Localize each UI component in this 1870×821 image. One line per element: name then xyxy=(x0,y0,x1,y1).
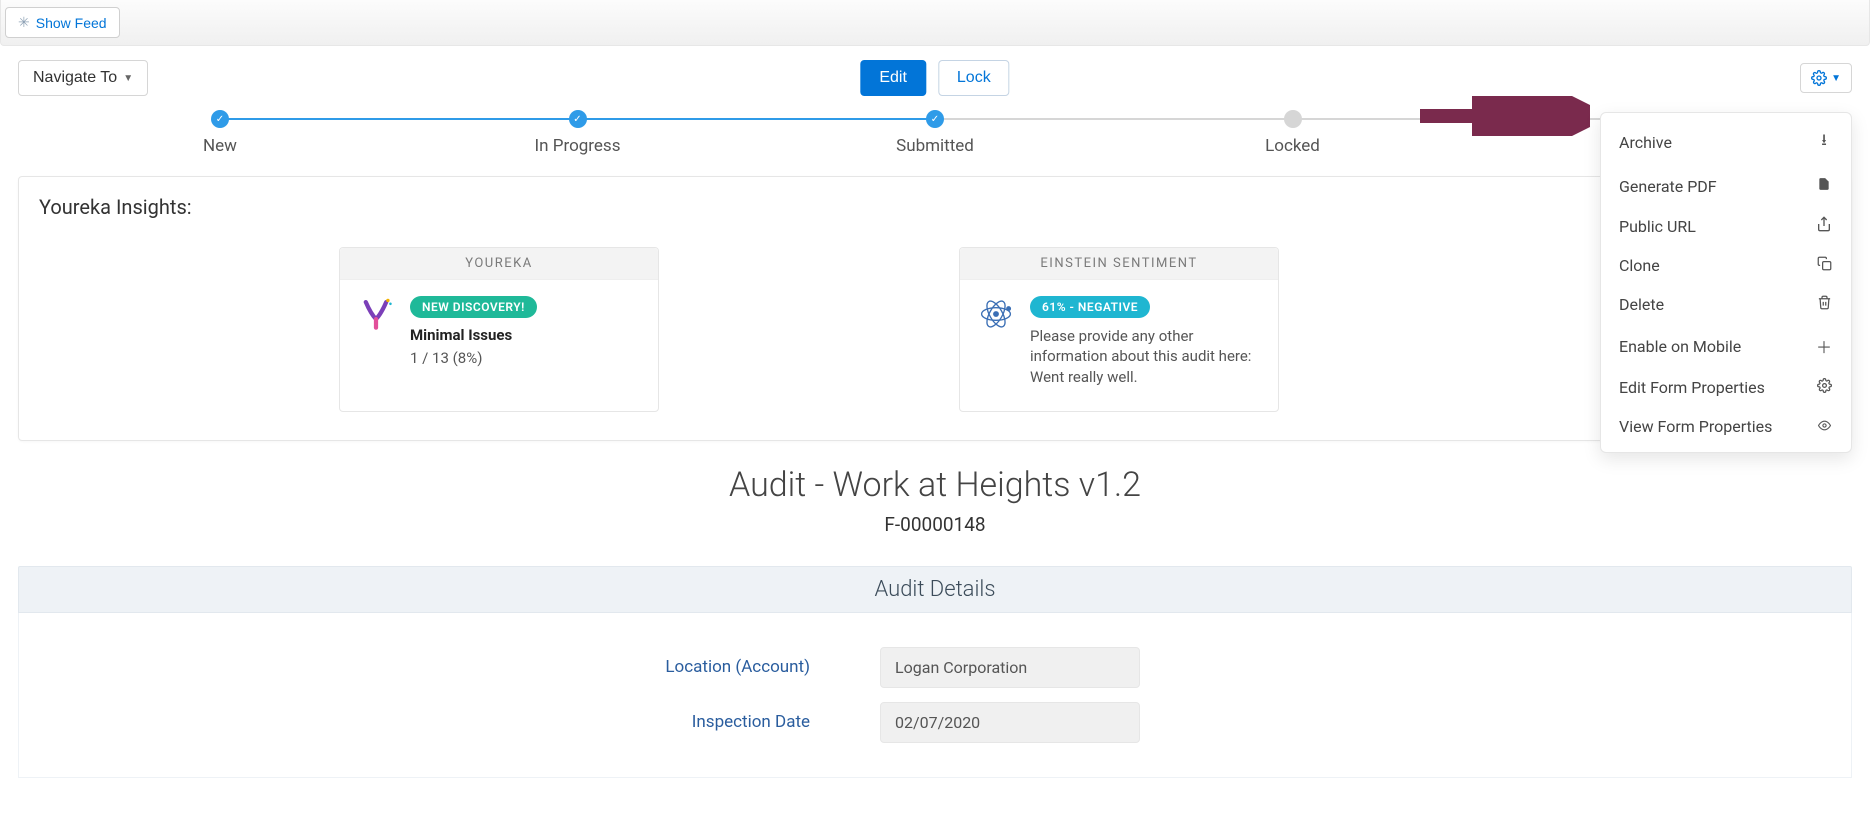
field-value-location[interactable]: Logan Corporation xyxy=(880,647,1140,688)
stage-label-new: New xyxy=(203,136,237,156)
menu-item-view-form-properties[interactable]: View Form Properties xyxy=(1601,407,1851,446)
field-value-inspection-date[interactable]: 02/07/2020 xyxy=(880,702,1140,743)
show-feed-button[interactable]: ✳ Show Feed xyxy=(5,7,120,38)
stage-label-locked: Locked xyxy=(1265,136,1320,156)
field-row-inspection-date: Inspection Date 02/07/2020 xyxy=(19,702,1851,743)
field-row-location: Location (Account) Logan Corporation xyxy=(19,647,1851,688)
download-icon: ⭳ xyxy=(1815,129,1833,156)
action-row: Navigate To ▼ Edit Lock ▼ Archive ⭳ Gene… xyxy=(0,46,1870,110)
lock-button[interactable]: Lock xyxy=(938,60,1010,96)
caret-down-icon: ▼ xyxy=(1831,73,1841,84)
gear-icon xyxy=(1811,70,1827,86)
center-buttons: Edit Lock xyxy=(860,60,1009,96)
page-title-block: Audit - Work at Heights v1.2 F-00000148 xyxy=(0,465,1870,536)
stage-dot-locked xyxy=(1284,110,1302,128)
insight-box-einstein: EINSTEIN SENTIMENT 61% - NEGATIVE Please… xyxy=(959,247,1279,412)
field-label: Location (Account) xyxy=(19,657,880,677)
edit-button[interactable]: Edit xyxy=(860,60,926,96)
menu-item-edit-form-properties[interactable]: Edit Form Properties xyxy=(1601,368,1851,407)
insight-box-youreka: YOUREKA NEW DISCOVERY! Minimal Issues 1 … xyxy=(339,247,659,412)
insights-card: Youreka Insights: YOUREKA NEW DISCOVERY!… xyxy=(18,176,1852,441)
menu-item-enable-mobile[interactable]: Enable on Mobile ＋ xyxy=(1601,324,1851,368)
stage-label-submitted: Submitted xyxy=(896,136,974,156)
annotation-arrow xyxy=(1420,96,1590,140)
navigate-to-label: Navigate To xyxy=(33,69,117,87)
section-header-audit-details: Audit Details xyxy=(18,566,1852,613)
top-toolbar: ✳ Show Feed xyxy=(0,0,1870,46)
stage-dot-in-progress: ✓ xyxy=(569,110,587,128)
menu-label: View Form Properties xyxy=(1619,417,1772,436)
menu-label: Clone xyxy=(1619,256,1660,275)
insight-line2: 1 / 13 (8%) xyxy=(410,349,482,367)
navigate-to-dropdown[interactable]: Navigate To ▼ xyxy=(18,60,148,96)
insight-text: Please provide any other information abo… xyxy=(1030,326,1260,387)
einstein-atom-icon xyxy=(978,296,1014,332)
menu-label: Enable on Mobile xyxy=(1619,337,1741,356)
audit-details-body: Location (Account) Logan Corporation Ins… xyxy=(18,613,1852,778)
insights-title: Youreka Insights: xyxy=(39,195,1831,219)
menu-label: Generate PDF xyxy=(1619,177,1717,196)
menu-item-clone[interactable]: Clone xyxy=(1601,246,1851,285)
feed-icon: ✳ xyxy=(18,14,30,31)
caret-down-icon: ▼ xyxy=(123,73,133,84)
menu-item-generate-pdf[interactable]: Generate PDF xyxy=(1601,166,1851,206)
page-title: Audit - Work at Heights v1.2 xyxy=(0,465,1870,505)
badge-sentiment: 61% - NEGATIVE xyxy=(1030,296,1150,318)
share-icon xyxy=(1815,216,1833,236)
youreka-logo-icon xyxy=(358,296,394,332)
menu-item-delete[interactable]: Delete xyxy=(1601,285,1851,324)
menu-label: Archive xyxy=(1619,133,1672,152)
show-feed-label: Show Feed xyxy=(36,15,107,31)
plus-icon: ＋ xyxy=(1815,334,1833,358)
menu-label: Delete xyxy=(1619,295,1664,314)
eye-icon xyxy=(1815,417,1833,436)
trash-icon xyxy=(1815,295,1833,314)
badge-new-discovery: NEW DISCOVERY! xyxy=(410,296,537,318)
field-label: Inspection Date xyxy=(19,712,880,732)
stage-dot-new: ✓ xyxy=(211,110,229,128)
stage-dot-submitted: ✓ xyxy=(926,110,944,128)
gear-dropdown-menu: Archive ⭳ Generate PDF Public URL Clone … xyxy=(1600,112,1852,453)
gear-icon xyxy=(1815,378,1833,397)
record-id: F-00000148 xyxy=(0,513,1870,536)
menu-label: Public URL xyxy=(1619,217,1696,236)
gear-menu-button[interactable]: ▼ xyxy=(1800,63,1852,93)
insight-header: YOUREKA xyxy=(340,248,658,280)
insight-line1: Minimal Issues xyxy=(410,326,537,344)
copy-icon xyxy=(1815,256,1833,275)
file-icon xyxy=(1815,176,1833,196)
insight-header: EINSTEIN SENTIMENT xyxy=(960,248,1278,280)
menu-item-archive[interactable]: Archive ⭳ xyxy=(1601,119,1851,166)
menu-label: Edit Form Properties xyxy=(1619,378,1765,397)
menu-item-public-url[interactable]: Public URL xyxy=(1601,206,1851,246)
stage-label-in-progress: In Progress xyxy=(535,136,621,156)
